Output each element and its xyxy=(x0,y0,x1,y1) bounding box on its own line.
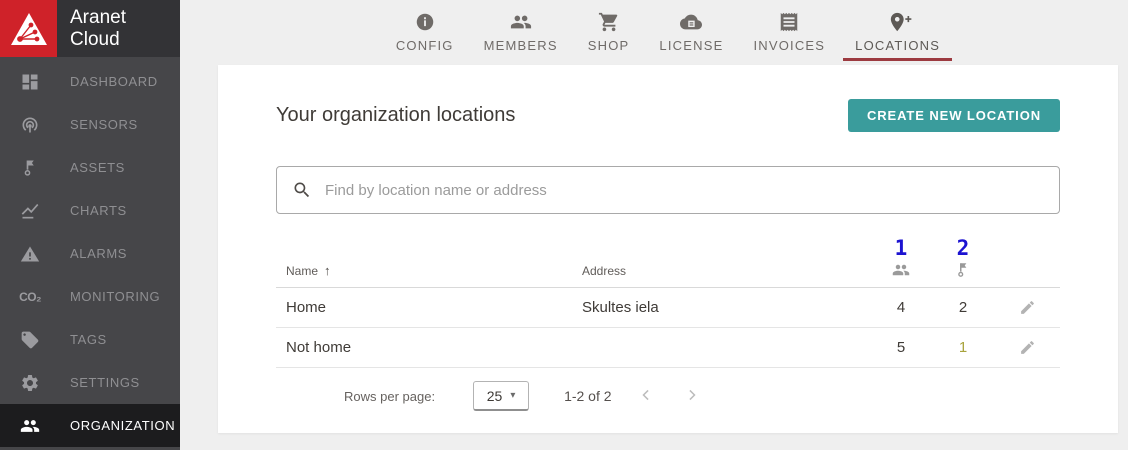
location-name: Not home xyxy=(286,339,352,356)
tab-label: SHOP xyxy=(587,38,630,53)
previous-page-button[interactable] xyxy=(636,385,658,407)
assets-count: 1 xyxy=(958,339,968,356)
locations-panel: Your organization locations CREATE NEW L… xyxy=(218,65,1118,433)
edit-location-button[interactable] xyxy=(1015,296,1039,320)
members-count: 4 xyxy=(896,299,906,316)
tab-invoices[interactable]: INVOICES xyxy=(741,0,837,61)
sidebar-menu: DASHBOARD SENSORS ASSETS CHARTS ALARMS C… xyxy=(0,57,180,447)
sidebar-item-label: TAGS xyxy=(70,332,107,347)
search-input[interactable] xyxy=(323,180,1044,200)
table-row[interactable]: Home Skultes iela 4 2 xyxy=(276,288,1060,328)
column-header-members[interactable]: 1 xyxy=(870,237,932,287)
app-logo: Aranet Cloud xyxy=(0,0,180,57)
tab-locations[interactable]: LOCATIONS xyxy=(843,0,953,61)
rows-per-page-select[interactable]: 25 ▾ xyxy=(473,381,530,411)
receipt-icon xyxy=(778,11,800,33)
locations-table: Name ↑ Address 1 2 Home Skultes iela 4 2… xyxy=(276,237,1060,411)
sidebar-item-label: ASSETS xyxy=(70,160,125,175)
members-count: 5 xyxy=(896,339,906,356)
sensors-icon xyxy=(19,114,41,136)
tab-license[interactable]: LICENSE xyxy=(647,0,735,61)
co2-icon: CO₂ xyxy=(19,289,41,304)
location-name: Home xyxy=(286,299,327,316)
sidebar-item-label: CHARTS xyxy=(70,203,127,218)
rows-per-page-value: 25 xyxy=(486,387,503,404)
info-icon xyxy=(414,11,436,33)
dashboard-icon xyxy=(19,71,41,93)
sidebar-item-charts[interactable]: CHARTS xyxy=(0,189,180,232)
column-header-name-label: Name xyxy=(286,264,319,278)
pencil-icon xyxy=(1019,299,1036,316)
members-icon xyxy=(892,261,910,279)
tab-label: CONFIG xyxy=(395,38,454,53)
annotation-1: 1 xyxy=(894,236,908,260)
sidebar: Aranet Cloud DASHBOARD SENSORS ASSETS CH… xyxy=(0,0,180,450)
edit-location-button[interactable] xyxy=(1015,336,1039,360)
sidebar-item-monitoring[interactable]: CO₂ MONITORING xyxy=(0,275,180,318)
people-icon xyxy=(19,415,41,437)
sidebar-item-assets[interactable]: ASSETS xyxy=(0,146,180,189)
sidebar-item-dashboard[interactable]: DASHBOARD xyxy=(0,60,180,103)
organization-tabs: CONFIG MEMBERS SHOP LICENSE INVOICES LOC… xyxy=(180,0,1128,65)
cart-icon xyxy=(598,11,620,33)
people-icon xyxy=(510,11,532,33)
pencil-icon xyxy=(1019,339,1036,356)
sidebar-item-alarms[interactable]: ALARMS xyxy=(0,232,180,275)
tab-config[interactable]: CONFIG xyxy=(384,0,466,61)
sort-ascending-icon: ↑ xyxy=(324,263,331,278)
column-header-address-label: Address xyxy=(582,264,627,278)
app-title-line1: Aranet xyxy=(70,7,126,28)
sidebar-item-label: MONITORING xyxy=(70,289,161,304)
page-title: Your organization locations xyxy=(276,104,516,126)
sidebar-item-organization[interactable]: ORGANIZATION xyxy=(0,404,180,447)
column-header-name[interactable]: Name ↑ xyxy=(276,263,572,287)
assets-count: 2 xyxy=(958,299,968,316)
sidebar-item-label: ORGANIZATION xyxy=(70,418,176,433)
pagination: Rows per page: 25 ▾ 1-2 of 2 xyxy=(334,381,1002,411)
table-header-row: Name ↑ Address 1 2 xyxy=(276,237,1060,288)
table-row[interactable]: Not home 5 1 xyxy=(276,328,1060,368)
column-header-address[interactable]: Address xyxy=(572,264,870,287)
sidebar-item-label: DASHBOARD xyxy=(70,74,158,89)
tab-label: LICENSE xyxy=(659,38,724,53)
flag-icon xyxy=(19,157,41,179)
sidebar-item-sensors[interactable]: SENSORS xyxy=(0,103,180,146)
rows-per-page-label: Rows per page: xyxy=(344,388,436,404)
tab-label: LOCATIONS xyxy=(855,38,941,53)
sidebar-item-label: ALARMS xyxy=(70,246,128,261)
app-title-line2: Cloud xyxy=(70,29,120,50)
tab-shop[interactable]: SHOP xyxy=(576,0,642,61)
app-title: Aranet Cloud xyxy=(70,0,126,57)
tab-label: INVOICES xyxy=(753,38,826,53)
gear-icon xyxy=(19,372,41,394)
create-location-button[interactable]: CREATE NEW LOCATION xyxy=(847,99,1060,132)
sidebar-item-label: SETTINGS xyxy=(70,375,140,390)
pagination-range: 1-2 of 2 xyxy=(564,388,612,404)
search-icon xyxy=(292,180,312,200)
column-header-assets[interactable]: 2 xyxy=(932,237,994,287)
sidebar-item-label: SENSORS xyxy=(70,117,138,132)
cloud-icon xyxy=(680,11,703,33)
aranet-logo-icon xyxy=(0,0,57,57)
warning-icon xyxy=(19,243,41,265)
chart-icon xyxy=(19,200,41,222)
panel-header: Your organization locations CREATE NEW L… xyxy=(276,99,1060,132)
tab-members[interactable]: MEMBERS xyxy=(472,0,570,61)
tab-label: MEMBERS xyxy=(483,38,558,53)
sidebar-item-settings[interactable]: SETTINGS xyxy=(0,361,180,404)
tag-icon xyxy=(19,329,41,351)
flag-icon xyxy=(954,261,972,279)
next-page-button[interactable] xyxy=(682,385,704,407)
location-add-icon xyxy=(887,11,912,33)
sidebar-item-tags[interactable]: TAGS xyxy=(0,318,180,361)
location-address: Skultes iela xyxy=(582,299,659,316)
caret-down-icon: ▾ xyxy=(510,390,516,401)
annotation-2: 2 xyxy=(956,236,970,260)
location-search xyxy=(276,166,1060,214)
